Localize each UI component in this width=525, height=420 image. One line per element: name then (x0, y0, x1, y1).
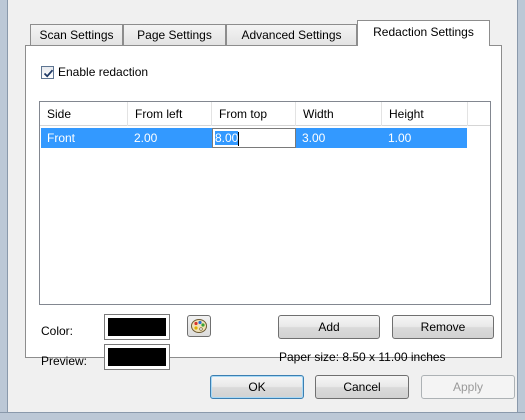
color-swatch[interactable] (104, 314, 170, 340)
enable-redaction-checkbox[interactable] (41, 65, 54, 79)
checkmark-icon (43, 69, 54, 78)
cell-height[interactable]: 1.00 (382, 128, 468, 148)
apply-button[interactable]: Apply (421, 375, 515, 399)
column-header-from-top[interactable]: From top (212, 102, 296, 126)
table-row[interactable]: Front 2.00 8.00 3.00 1.00 (41, 128, 467, 148)
enable-redaction-row[interactable]: Enable redaction (41, 65, 148, 79)
tab-advanced-settings[interactable]: Advanced Settings (226, 24, 357, 46)
window-frame-right (517, 0, 525, 420)
tab-page-settings[interactable]: Page Settings (123, 24, 226, 46)
preview-label: Preview: (41, 354, 88, 368)
cell-from-left[interactable]: 2.00 (128, 128, 212, 148)
enable-redaction-label: Enable redaction (58, 65, 149, 79)
palette-icon (191, 319, 207, 333)
preview-swatch-fill (108, 348, 166, 366)
column-header-side[interactable]: Side (40, 102, 128, 126)
list-header: Side From left From top Width Height (40, 102, 490, 126)
tab-scan-settings[interactable]: Scan Settings (30, 24, 123, 46)
column-header-width[interactable]: Width (296, 102, 382, 126)
cell-from-top-value: 8.00 (215, 131, 239, 145)
column-header-height[interactable]: Height (382, 102, 468, 126)
column-header-from-left[interactable]: From left (128, 102, 212, 126)
add-button[interactable]: Add (278, 315, 380, 339)
from-top-edit-field[interactable]: 8.00 (212, 128, 296, 148)
remove-button[interactable]: Remove (392, 315, 494, 339)
cell-width[interactable]: 3.00 (296, 128, 382, 148)
cancel-button[interactable]: Cancel (315, 375, 409, 399)
redaction-settings-panel: Enable redaction Side From left From top… (25, 45, 502, 370)
color-label: Color: (41, 324, 74, 338)
cell-side[interactable]: Front (41, 128, 128, 148)
window-frame-left (0, 0, 8, 420)
window-frame-bottom (0, 412, 525, 420)
redaction-list[interactable]: Side From left From top Width Height Fro… (39, 101, 491, 305)
preview-swatch (104, 344, 170, 370)
text-caret (238, 131, 240, 146)
ok-button[interactable]: OK (210, 375, 304, 399)
paper-size-label: Paper size: 8.50 x 11.00 inches (279, 350, 446, 364)
color-swatch-fill (108, 318, 166, 336)
tab-redaction-settings[interactable]: Redaction Settings (357, 20, 490, 46)
color-picker-button[interactable] (187, 315, 211, 337)
